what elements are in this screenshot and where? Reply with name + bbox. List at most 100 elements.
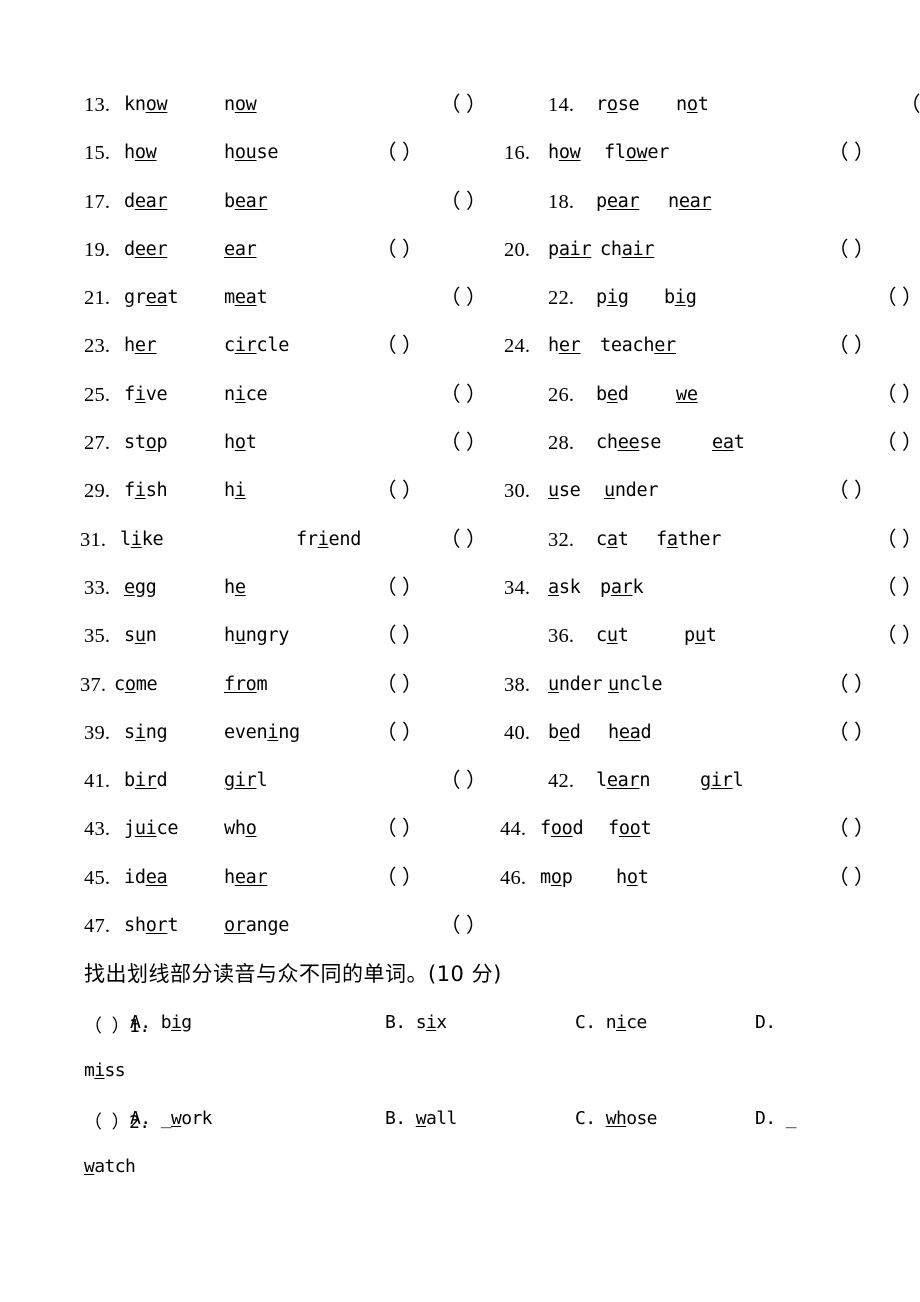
item-number: 39.: [84, 721, 111, 744]
item-number: 37.: [80, 673, 107, 696]
answer-bracket[interactable]: （ ）: [376, 235, 423, 265]
word-second: now: [224, 94, 257, 115]
item-number: 44.: [500, 818, 527, 841]
answer-bracket[interactable]: （ ）: [828, 476, 875, 506]
word-first: pig: [596, 287, 629, 309]
word-first: sing: [124, 721, 168, 743]
answer-bracket[interactable]: （ ）: [376, 670, 423, 700]
word-first: pear: [596, 190, 640, 212]
answer-bracket[interactable]: （ ）: [376, 814, 423, 844]
item-number: 29.: [84, 480, 111, 503]
pair-exercise-row: 15. how house （ ） 16. how flower （ ）: [0, 138, 920, 186]
word-first: learn: [596, 770, 651, 792]
word-first: rose: [596, 94, 640, 115]
choice-option-continuation[interactable]: miss: [84, 1060, 126, 1081]
answer-bracket[interactable]: （ ）: [376, 573, 423, 603]
answer-bracket[interactable]: （ ）: [828, 718, 875, 748]
item-number: 19.: [84, 238, 111, 261]
item-number: 43.: [84, 818, 111, 841]
word-first: bed: [596, 383, 629, 405]
word-second: bear: [224, 190, 268, 212]
answer-bracket[interactable]: （ ）: [876, 283, 920, 313]
choice-option[interactable]: B. six: [385, 1012, 447, 1033]
answer-bracket[interactable]: （ ）: [440, 766, 487, 796]
word-second: circle: [224, 335, 290, 357]
answer-bracket[interactable]: （ ）: [828, 331, 875, 361]
word-second: house: [224, 142, 279, 164]
word-second: orange: [224, 915, 290, 937]
word-second: put: [684, 625, 717, 647]
word-second: teacher: [600, 335, 676, 357]
word-first: cat: [596, 528, 629, 550]
answer-bracket[interactable]: （ ）: [876, 573, 920, 603]
answer-bracket[interactable]: （ ）: [876, 428, 920, 458]
pair-exercise-row: 37. come from （ ） 38. under uncle （ ）: [0, 670, 920, 718]
choice-option[interactable]: A. big: [130, 1012, 192, 1033]
pair-exercise-row: 31. like friend （ ） 32. cat father （ ）: [0, 525, 920, 573]
word-second: not: [676, 94, 709, 115]
answer-bracket[interactable]: （ ）: [828, 863, 875, 893]
word-second: under: [604, 480, 659, 502]
choice-option[interactable]: D. _: [755, 1108, 797, 1129]
answer-bracket[interactable]: （ ）: [876, 525, 920, 555]
answer-bracket[interactable]: （ ）: [440, 911, 487, 941]
word-second: friend: [296, 528, 362, 550]
answer-bracket[interactable]: （ ）: [440, 380, 487, 410]
word-second: we: [676, 383, 698, 405]
multiple-choice-question: （ ）2. A. _work B. wall C. whose D. _ watch: [0, 1108, 920, 1204]
word-first: how: [124, 142, 157, 164]
item-number: 16.: [504, 142, 531, 165]
pair-exercise-row: 29. fish hi （ ） 30. use under （ ）: [0, 476, 920, 524]
answer-bracket[interactable]: （ ）: [828, 814, 875, 844]
item-number: 32.: [548, 528, 575, 551]
answer-bracket[interactable]: （ ）: [876, 380, 920, 410]
item-number: 30.: [504, 480, 531, 503]
word-second: chair: [600, 238, 655, 260]
pair-exercise-row: 19. deer ear （ ） 20. pair chair （ ）: [0, 235, 920, 283]
pair-exercise-row: 45. idea hear （ ） 46. mop hot （ ）: [0, 863, 920, 911]
item-number: 40.: [504, 721, 531, 744]
answer-bracket[interactable]: （ ）: [828, 670, 875, 700]
answer-bracket[interactable]: （ ）: [376, 476, 423, 506]
word-second: he: [224, 576, 246, 598]
word-second: big: [664, 287, 697, 309]
answer-bracket[interactable]: （ ）: [440, 90, 487, 120]
choice-option[interactable]: A. _work: [130, 1108, 213, 1129]
choice-option[interactable]: D.: [755, 1012, 776, 1033]
answer-bracket[interactable]: （ ）: [440, 428, 487, 458]
item-number: 45.: [84, 866, 111, 889]
choice-option[interactable]: C. nice: [575, 1012, 647, 1033]
item-number: 26.: [548, 383, 575, 406]
word-first: her: [548, 335, 581, 357]
item-number: 28.: [548, 432, 575, 455]
choice-option-continuation[interactable]: watch: [84, 1156, 136, 1177]
answer-bracket[interactable]: （ ）: [440, 187, 487, 217]
word-first: know: [124, 94, 168, 115]
answer-bracket[interactable]: （: [900, 90, 920, 120]
word-second: eat: [712, 432, 745, 454]
answer-bracket[interactable]: （ ）: [828, 235, 875, 265]
item-number: 13.: [84, 94, 111, 116]
item-number: 46.: [500, 866, 527, 889]
answer-bracket[interactable]: （ ）: [828, 138, 875, 168]
choice-option[interactable]: B. wall: [385, 1108, 457, 1129]
answer-bracket[interactable]: （ ）: [376, 138, 423, 168]
word-first: mop: [540, 866, 573, 888]
word-first: stop: [124, 432, 168, 454]
answer-bracket[interactable]: （ ）: [440, 283, 487, 313]
word-second: uncle: [608, 673, 663, 695]
answer-bracket[interactable]: （ ）: [440, 525, 487, 555]
word-first: bed: [548, 721, 581, 743]
answer-bracket[interactable]: （ ）: [876, 621, 920, 651]
answer-bracket[interactable]: （ ）: [376, 621, 423, 651]
answer-bracket[interactable]: （ ）: [376, 331, 423, 361]
answer-bracket[interactable]: （ ）: [376, 863, 423, 893]
item-number: 17.: [84, 190, 111, 213]
multiple-choice-question: （ ）1. A. big B. six C. nice D. miss: [0, 1012, 920, 1108]
pair-exercise-row: 35. sun hungry （ ） 36. cut put （ ）: [0, 621, 920, 669]
answer-bracket[interactable]: （ ）: [376, 718, 423, 748]
choice-option[interactable]: C. whose: [575, 1108, 658, 1129]
word-second: hot: [616, 866, 649, 888]
word-first: egg: [124, 576, 157, 598]
word-second: evening: [224, 721, 300, 743]
